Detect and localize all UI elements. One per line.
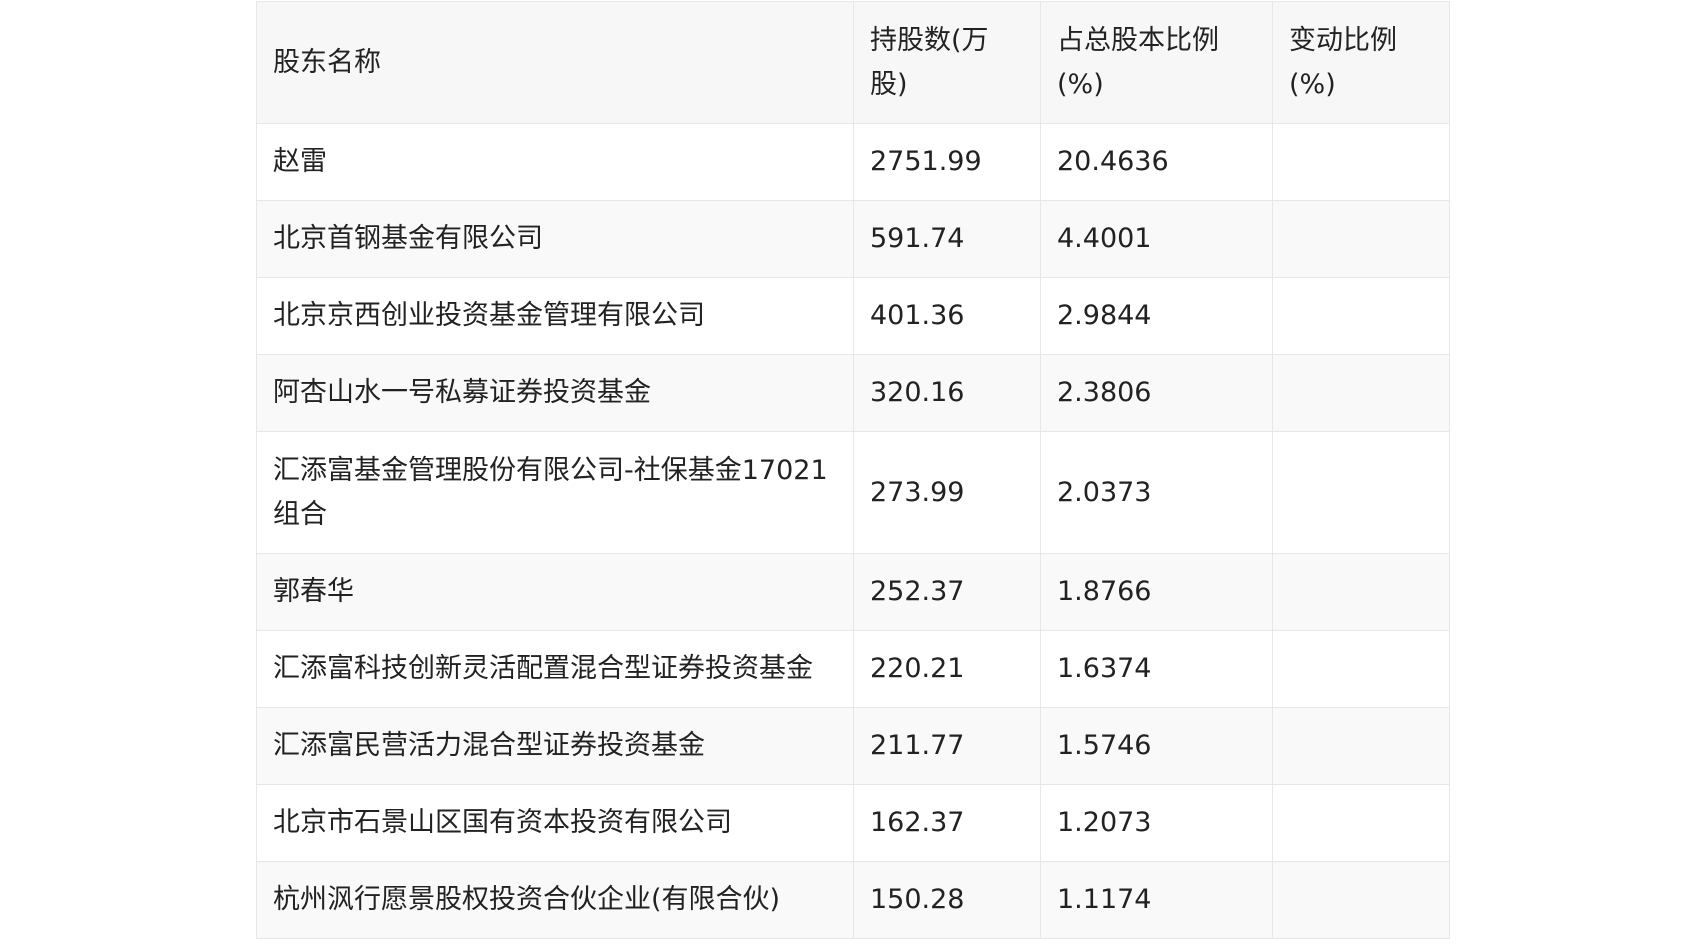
table-row: 赵雷 2751.99 20.4636 [256, 123, 1450, 201]
header-change: 变动比例(%) [1272, 1, 1450, 124]
table-row: 汇添富科技创新灵活配置混合型证券投资基金 220.21 1.6374 [256, 630, 1450, 708]
cell-name: 汇添富基金管理股份有限公司-社保基金17021组合 [256, 431, 854, 554]
cell-shares: 220.21 [853, 630, 1041, 708]
cell-change [1272, 707, 1450, 785]
shareholder-table-container: 股东名称 持股数(万股) 占总股本比例(%) 变动比例(%) 赵雷 2751.9… [256, 1, 1450, 939]
cell-ratio: 2.0373 [1040, 431, 1273, 554]
table-row: 杭州沨行愿景股权投资合伙企业(有限合伙) 150.28 1.1174 [256, 861, 1450, 939]
header-shares: 持股数(万股) [853, 1, 1041, 124]
cell-ratio: 1.6374 [1040, 630, 1273, 708]
header-shareholder-name: 股东名称 [256, 1, 854, 124]
cell-shares: 591.74 [853, 200, 1041, 278]
table-row: 郭春华 252.37 1.8766 [256, 553, 1450, 631]
cell-ratio: 20.4636 [1040, 123, 1273, 201]
cell-shares: 401.36 [853, 277, 1041, 355]
cell-change [1272, 431, 1450, 554]
cell-ratio: 1.1174 [1040, 861, 1273, 939]
table-row: 汇添富民营活力混合型证券投资基金 211.77 1.5746 [256, 707, 1450, 785]
cell-ratio: 1.2073 [1040, 784, 1273, 862]
cell-shares: 273.99 [853, 431, 1041, 554]
cell-change [1272, 861, 1450, 939]
cell-name: 北京首钢基金有限公司 [256, 200, 854, 278]
table-row: 北京京西创业投资基金管理有限公司 401.36 2.9844 [256, 277, 1450, 355]
cell-name: 赵雷 [256, 123, 854, 201]
cell-name: 汇添富民营活力混合型证券投资基金 [256, 707, 854, 785]
cell-name: 北京市石景山区国有资本投资有限公司 [256, 784, 854, 862]
cell-shares: 162.37 [853, 784, 1041, 862]
table-row: 北京市石景山区国有资本投资有限公司 162.37 1.2073 [256, 784, 1450, 862]
cell-name: 杭州沨行愿景股权投资合伙企业(有限合伙) [256, 861, 854, 939]
cell-ratio: 1.8766 [1040, 553, 1273, 631]
cell-shares: 2751.99 [853, 123, 1041, 201]
cell-change [1272, 630, 1450, 708]
table-header-row: 股东名称 持股数(万股) 占总股本比例(%) 变动比例(%) [256, 1, 1450, 124]
cell-change [1272, 277, 1450, 355]
cell-shares: 252.37 [853, 553, 1041, 631]
cell-ratio: 1.5746 [1040, 707, 1273, 785]
table-row: 阿杏山水一号私募证券投资基金 320.16 2.3806 [256, 354, 1450, 432]
cell-change [1272, 784, 1450, 862]
table-row: 北京首钢基金有限公司 591.74 4.4001 [256, 200, 1450, 278]
table-row: 汇添富基金管理股份有限公司-社保基金17021组合 273.99 2.0373 [256, 431, 1450, 554]
cell-shares: 150.28 [853, 861, 1041, 939]
shareholder-table: 股东名称 持股数(万股) 占总股本比例(%) 变动比例(%) 赵雷 2751.9… [256, 1, 1450, 939]
cell-change [1272, 354, 1450, 432]
cell-name: 郭春华 [256, 553, 854, 631]
cell-change [1272, 200, 1450, 278]
cell-name: 北京京西创业投资基金管理有限公司 [256, 277, 854, 355]
cell-name: 阿杏山水一号私募证券投资基金 [256, 354, 854, 432]
cell-name: 汇添富科技创新灵活配置混合型证券投资基金 [256, 630, 854, 708]
cell-shares: 211.77 [853, 707, 1041, 785]
header-ratio: 占总股本比例(%) [1040, 1, 1273, 124]
cell-shares: 320.16 [853, 354, 1041, 432]
cell-ratio: 2.3806 [1040, 354, 1273, 432]
cell-change [1272, 123, 1450, 201]
cell-ratio: 2.9844 [1040, 277, 1273, 355]
cell-change [1272, 553, 1450, 631]
cell-ratio: 4.4001 [1040, 200, 1273, 278]
